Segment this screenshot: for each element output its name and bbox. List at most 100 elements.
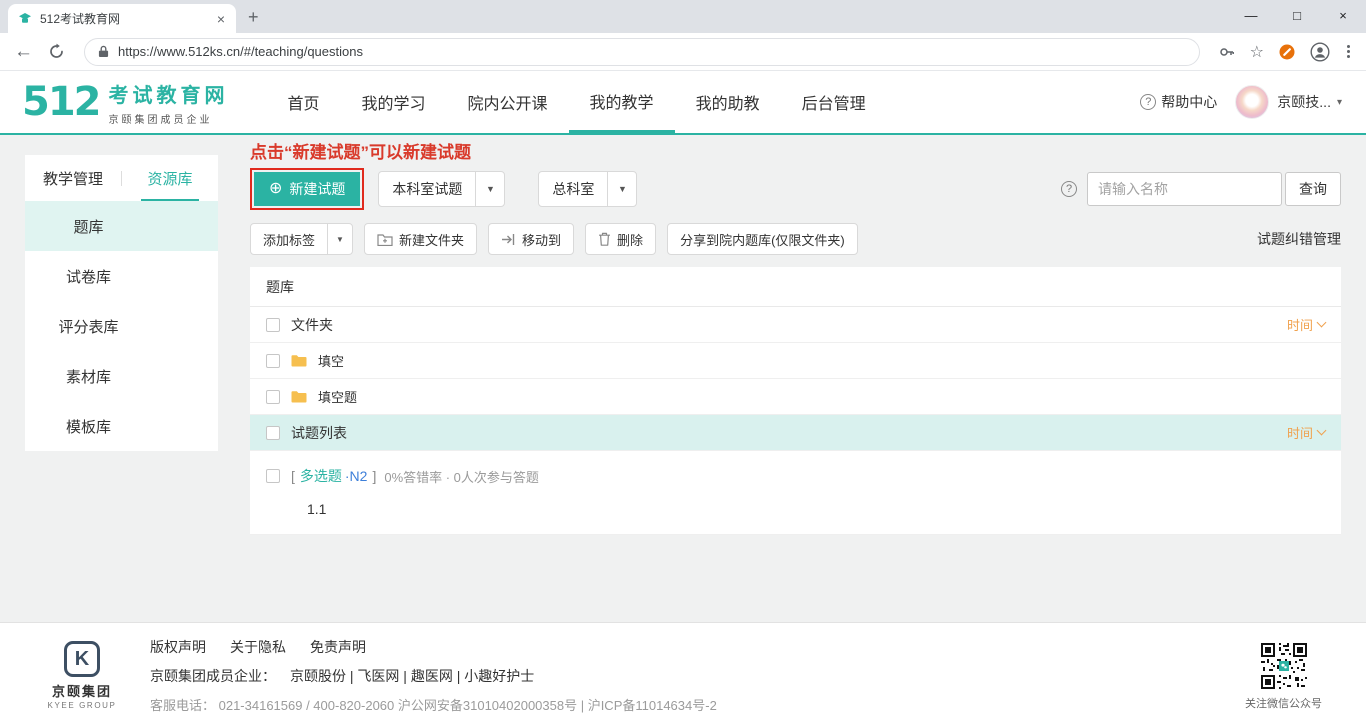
chevron-down-icon: [1316, 317, 1327, 328]
search-area: ? 查询: [1061, 172, 1341, 206]
row-checkbox[interactable]: [266, 353, 280, 368]
plus-circle-icon: ⊕: [269, 180, 283, 197]
question-title[interactable]: 1.1: [307, 501, 1325, 517]
folder-row[interactable]: 填空题: [250, 379, 1341, 415]
folder-group-row[interactable]: 文件夹 时间: [250, 307, 1341, 343]
add-tag-button[interactable]: 添加标签: [251, 224, 327, 254]
address-bar[interactable]: https://www.512ks.cn/#/teaching/question…: [84, 37, 1200, 66]
annotation-highlight-box: ⊕ 新建试题: [250, 168, 365, 210]
url-text: https://www.512ks.cn/#/teaching/question…: [118, 44, 363, 59]
question-row[interactable]: [ 多选题 ·N2 ] 0%答错率 · 0人次参与答题 1.1: [250, 451, 1341, 535]
scope-caret-icon[interactable]: ▼: [475, 172, 504, 206]
help-center-link[interactable]: ? 帮助中心: [1140, 92, 1217, 112]
new-folder-button[interactable]: 新建文件夹: [364, 223, 478, 255]
footer-logo: K 京颐集团 KYEE GROUP: [44, 641, 120, 710]
question-list-group-row[interactable]: 试题列表 时间: [250, 415, 1341, 451]
key-icon[interactable]: [1219, 44, 1235, 60]
user-menu-caret-icon[interactable]: ▾: [1337, 97, 1342, 108]
maximize-button[interactable]: □: [1274, 0, 1320, 30]
tab-teaching-management[interactable]: 教学管理: [25, 155, 121, 201]
refresh-icon[interactable]: [48, 43, 65, 60]
footer-qr: 关注微信公众号: [1245, 640, 1322, 711]
question-bank-table: 题库 文件夹 时间 填空 填空题 试题列表 时间 [多选题 ·N2] 0%答…: [250, 267, 1341, 535]
footer-members-list[interactable]: 京颐股份 | 飞医网 | 趣医网 | 小趣好护士: [290, 666, 534, 686]
footer-link-disclaimer[interactable]: 免责声明: [310, 637, 366, 657]
logo-subtitle: 京颐集团成员企业: [108, 114, 213, 126]
scope-select-value[interactable]: 本科室试题: [379, 172, 475, 206]
row-checkbox[interactable]: [266, 389, 280, 404]
minimize-button[interactable]: —: [1228, 0, 1274, 30]
extension-icon[interactable]: [1279, 44, 1295, 60]
row-checkbox[interactable]: [266, 317, 280, 332]
question-tag: [ 多选题 ·N2 ]: [291, 466, 376, 486]
nav-my-teaching[interactable]: 我的教学: [568, 71, 675, 133]
time-sort-control[interactable]: 时间: [1287, 315, 1327, 334]
toolbar-right-icons: ☆: [1219, 41, 1352, 62]
new-tab-button[interactable]: +: [248, 7, 259, 28]
footer-link-copyright[interactable]: 版权声明: [150, 637, 206, 657]
footer-link-privacy[interactable]: 关于隐私: [230, 637, 286, 657]
time-sort-label: 时间: [1286, 426, 1313, 441]
lock-icon: [98, 45, 109, 58]
browser-menu-icon[interactable]: [1345, 43, 1352, 60]
tab-close-icon[interactable]: ×: [214, 11, 228, 27]
department-caret-icon[interactable]: ▼: [607, 172, 636, 206]
table-title: 题库: [250, 267, 1341, 307]
search-input[interactable]: [1087, 172, 1282, 206]
nav-my-assistant[interactable]: 我的助教: [675, 71, 781, 133]
row-checkbox[interactable]: [266, 425, 280, 440]
share-to-hospital-button[interactable]: 分享到院内题库(仅限文件夹): [667, 223, 858, 255]
folder-name[interactable]: 填空题: [318, 387, 357, 406]
site-header: 512 考试教育网 京颐集团成员企业 首页 我的学习 院内公开课 我的教学 我的…: [0, 71, 1366, 135]
browser-toolbar: ← https://www.512ks.cn/#/teaching/questi…: [0, 33, 1366, 71]
move-to-button[interactable]: 移动到: [488, 223, 575, 255]
footer-logo-cn: 京颐集团: [51, 684, 112, 699]
delete-button[interactable]: 删除: [585, 223, 657, 255]
back-icon[interactable]: ←: [14, 42, 33, 61]
user-avatar[interactable]: [1235, 85, 1270, 119]
folder-name[interactable]: 填空: [318, 351, 344, 370]
department-select-value[interactable]: 总科室: [539, 172, 607, 206]
sidebar-item-material-library[interactable]: 素材库: [25, 351, 218, 401]
browser-tab[interactable]: 512考试教育网 ×: [8, 4, 236, 33]
sidebar: 教学管理 资源库 题库 试卷库 评分表库 素材库 模板库: [25, 155, 218, 451]
annotation-text: 点击“新建试题”可以新建试题: [250, 143, 471, 162]
query-button[interactable]: 查询: [1285, 172, 1341, 206]
new-question-button[interactable]: ⊕ 新建试题: [254, 172, 361, 206]
qr-caption: 关注微信公众号: [1245, 697, 1322, 710]
browser-tab-strip: 512考试教育网 × + — □ ×: [0, 0, 1366, 33]
sidebar-item-question-bank[interactable]: 题库: [25, 201, 218, 251]
footer-logo-en: KYEE GROUP: [47, 701, 117, 710]
nav-admin[interactable]: 后台管理: [781, 71, 887, 133]
site-logo[interactable]: 512 考试教育网 京颐集团成员企业: [22, 79, 229, 126]
close-window-button[interactable]: ×: [1320, 0, 1366, 30]
sidebar-item-paper-library[interactable]: 试卷库: [25, 251, 218, 301]
profile-icon[interactable]: [1310, 41, 1330, 62]
folder-row[interactable]: 填空: [250, 343, 1341, 379]
question-stats: 0%答错率 · 0人次参与答题: [384, 469, 539, 485]
nav-home[interactable]: 首页: [267, 71, 341, 133]
new-folder-icon: [377, 233, 393, 246]
sidebar-item-template-library[interactable]: 模板库: [25, 401, 218, 451]
folder-group-label: 文件夹: [291, 316, 333, 333]
help-center-label: 帮助中心: [1161, 94, 1218, 110]
bookmark-star-icon[interactable]: ☆: [1250, 42, 1264, 62]
add-tag-caret-icon[interactable]: ▼: [327, 224, 352, 254]
delete-label: 删除: [617, 232, 644, 248]
row-checkbox[interactable]: [266, 469, 280, 483]
logo-512-mark: 512: [22, 79, 101, 125]
nav-my-learning[interactable]: 我的学习: [341, 71, 447, 133]
sidebar-item-score-sheet-library[interactable]: 评分表库: [25, 301, 218, 351]
browser-window: 512考试教育网 × + — □ × ← https://www.512ks.c…: [0, 0, 1366, 728]
tab-resource-library[interactable]: 资源库: [122, 155, 218, 201]
header-right: ? 帮助中心 京颐技... ▾: [1140, 85, 1342, 119]
help-icon: ?: [1140, 94, 1157, 110]
nav-open-courses[interactable]: 院内公开课: [447, 71, 569, 133]
user-name[interactable]: 京颐技...: [1277, 92, 1331, 112]
share-label: 分享到院内题库(仅限文件夹): [680, 232, 845, 248]
add-tag-group: 添加标签 ▼: [250, 223, 354, 255]
search-help-icon[interactable]: ?: [1061, 181, 1077, 197]
sidebar-tabs: 教学管理 资源库: [25, 155, 218, 201]
time-sort-control[interactable]: 时间: [1286, 423, 1327, 442]
question-error-management-link[interactable]: 试题纠错管理: [1257, 229, 1341, 249]
